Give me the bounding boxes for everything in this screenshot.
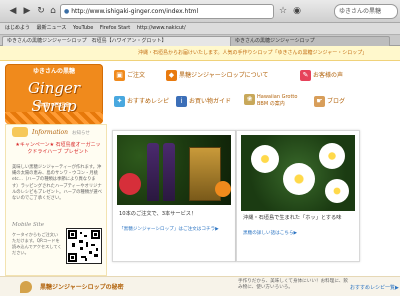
tab-active[interactable]: ゆきさんの黒糖ジンジャーシロップ 石垣島【ハワイアン・グロット】	[2, 36, 232, 46]
information-subheading: お知らせ	[72, 131, 90, 136]
bookmark-3[interactable]: YouTube	[73, 23, 93, 34]
qr-code-graphic	[68, 230, 100, 262]
sidebar: Information お知らせ ★キャンペーン★ 石垣島産オーガニックドライハ…	[5, 124, 107, 276]
nav-about-label: 黒糖ジンジャーシロップについて	[179, 72, 269, 79]
star-icon[interactable]: ☆	[276, 4, 290, 18]
campaign-text[interactable]: ★キャンペーン★ 石垣島産オーガニックドライハーブ プレゼント	[14, 142, 102, 156]
drop-icon	[20, 281, 32, 293]
nav-grotto[interactable]: ❀ Hawaiian Grotto BBM の案内	[244, 94, 310, 108]
bottom-title: 黒糖ジンジャーシロップの秘密	[40, 284, 124, 291]
forward-icon[interactable]: ▶	[20, 4, 34, 18]
promo-right-link[interactable]: 黒糖の詳しい話はこちら▶	[243, 231, 355, 237]
logo-stripe	[5, 112, 103, 124]
nav-order-label: ご注文	[127, 72, 146, 79]
plumeria-1	[251, 145, 279, 173]
plumeria-3	[319, 143, 345, 169]
nav-about[interactable]: ◆ 黒糖ジンジャーシロップについて	[166, 70, 268, 82]
bookmark-1[interactable]: はじめよう	[5, 23, 30, 34]
promo-left-link[interactable]: 「黒糖ジンジャーシロップ」はご注文はコチラ▶	[119, 227, 231, 233]
address-bar[interactable]: ● http://www.ishigaki-ginger.com/index.ht…	[60, 4, 274, 19]
search-field-text: ゆきさんの黒糖	[339, 8, 382, 15]
bookmark-2[interactable]: 最新ニュース	[37, 23, 67, 34]
gift-icon: ◆	[166, 70, 177, 81]
speech-icon: ✎	[300, 70, 311, 81]
hand-icon: ☛	[314, 96, 325, 107]
nav-blog[interactable]: ☛ ブログ	[314, 96, 345, 108]
home-icon[interactable]: ⌂	[46, 4, 60, 18]
promo-right-caption: 沖縄・石垣島で生まれた「ホッ」とする味	[243, 215, 342, 221]
bottom-description: 手作りだから、美味しくて身体にいい！お料理に、飲み物に、使い方いろいろ。	[238, 279, 348, 290]
browser-toolbar: ◀ ▶ ↻ ⌂ ● http://www.ishigaki-ginger.com/…	[0, 0, 400, 23]
url-text: http://www.ishigaki-ginger.com/index.htm…	[71, 8, 199, 15]
product-photo	[117, 135, 231, 205]
promo-left-caption: 10本のご注文で、3本サービス！	[119, 211, 197, 217]
nav-recipe[interactable]: ✦ おすすめレシピ	[114, 96, 169, 108]
nav-recipe-label: おすすめレシピ	[127, 98, 170, 105]
nav-guide-label: お買い物ガイド	[189, 98, 232, 105]
nav-guide[interactable]: i お買い物ガイド	[176, 96, 231, 108]
nav-voice-label: お客様の声	[313, 72, 344, 79]
nav-grotto-label: Hawaiian Grotto BBM の案内	[257, 94, 298, 107]
info-icon: i	[176, 96, 187, 107]
announcement-strip: 沖縄・石垣島からお届けいたします。人気の手作りシロップ「ゆきさんの黒糖ジンジャー…	[0, 46, 400, 61]
tab-strip: ゆきさんの黒糖ジンジャーシロップ 石垣島【ハワイアン・グロット】 ゆきさんの黒糖…	[0, 35, 400, 46]
hibiscus-left	[119, 173, 141, 195]
back-icon[interactable]: ◀	[6, 4, 20, 18]
tab-second[interactable]: ゆきさんの黒糖ジンジャーシロップ	[230, 36, 390, 46]
flower-photo	[241, 135, 355, 211]
bulb-icon: ✦	[114, 96, 125, 107]
site-logo[interactable]: ゆきさんの黒糖 Ginger Syrup 沖縄・石垣島	[5, 64, 103, 124]
rss-icon[interactable]: ◉	[290, 4, 304, 18]
bookmarks-bar: はじめよう 最新ニュース YouTube Firefox Start http:…	[0, 23, 400, 35]
logo-line1: ゆきさんの黒糖	[32, 68, 75, 75]
bookmark-4[interactable]: Firefox Start	[100, 23, 130, 34]
announcement-text: 沖縄・石垣島からお届けいたします。人気の手作りシロップ「ゆきさんの黒糖ジンジャー…	[138, 50, 368, 56]
bookmark-5[interactable]: http://www.nakicut/	[137, 23, 186, 34]
plumeria-2	[283, 163, 315, 195]
globe-icon: ●	[64, 8, 70, 15]
nav-order[interactable]: ▣ ご注文	[114, 70, 145, 82]
mobile-site-text: ケータイからもご注文いただけます。QRコードを読み込んでアクセスしてください。	[12, 232, 62, 255]
page-content: 沖縄・石垣島からお届けいたします。人気の手作りシロップ「ゆきさんの黒糖ジンジャー…	[0, 46, 400, 296]
qr-code	[66, 228, 102, 264]
hibiscus-right	[215, 181, 231, 197]
hibiscus-icon: ❀	[244, 94, 255, 105]
information-body: 美味しい黒糖ジンジャーティーが作れます。沖縄の太陽の恵み、島のサンワ・ウコン・月…	[12, 165, 102, 202]
promo-card-left[interactable]: 10本のご注文で、3本サービス！ 「黒糖ジンジャーシロップ」はご注文はコチラ▶	[112, 130, 236, 262]
nav-voice[interactable]: ✎ お客様の声	[300, 70, 343, 82]
syrup-bottle-2	[163, 143, 175, 201]
bag-icon: ▣	[114, 70, 125, 81]
information-heading: Information	[32, 129, 69, 136]
bottom-section: 黒糖ジンジャーシロップの秘密 手作りだから、美味しくて身体にいい！お料理に、飲み…	[0, 276, 400, 296]
search-input[interactable]: ゆきさんの黒糖	[334, 4, 398, 19]
logo-line3: 沖縄・石垣島	[37, 103, 71, 109]
info-icon-badge	[12, 127, 28, 137]
syrup-bottle-1	[147, 143, 159, 201]
promo-card-right[interactable]: 沖縄・石垣島で生まれた「ホッ」とする味 黒糖の詳しい話はこちら▶	[236, 130, 360, 262]
mobile-site-heading: Mobile Site	[12, 222, 44, 228]
nav-blog-label: ブログ	[327, 98, 346, 105]
plumeria-4	[325, 179, 349, 203]
bottom-link[interactable]: おすすめレシピ一覧▶	[350, 284, 399, 291]
